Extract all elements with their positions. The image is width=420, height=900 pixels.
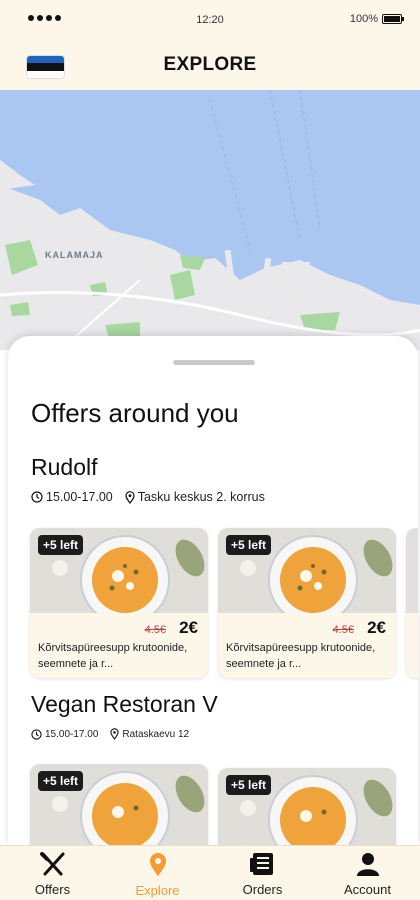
location-pin-icon [125,490,135,504]
user-icon [356,852,380,882]
offer-description: Kõrvitsapüreesupp krutoonide, seemnete j… [226,642,376,670]
items-left-badge: +5 left [38,771,84,791]
map[interactable]: KALAMAJA [0,90,420,350]
clock-icon [31,491,43,503]
status-bar: 12:20 100% [0,0,420,40]
location-pin-icon [148,852,168,883]
battery-icon [382,14,404,24]
old-price: 4.5€ [332,624,354,636]
restaurant-hours: 15.00-17.00 [45,728,99,740]
tab-explore[interactable]: Explore [105,846,210,900]
clock-icon [31,728,42,740]
sheet-title: Offers around you [31,398,239,428]
items-left-badge: +5 left [226,775,272,795]
tab-label: Explore [135,883,180,898]
map-graphic [0,90,420,350]
tab-label: Orders [242,882,283,897]
items-left-badge: +5 left [226,535,272,555]
receipt-icon [248,852,278,882]
restaurant-location: Tasku keskus 2. korrus [137,490,265,504]
tab-account[interactable]: Account [315,846,420,900]
location-pin-icon [110,728,120,740]
tab-label: Offers [34,882,71,897]
offers-sheet[interactable]: Offers around you Rudolf 15.00-17.00 Tas… [8,336,418,846]
offer-card-partial[interactable] [406,528,418,678]
items-left-badge: +5 left [38,535,84,555]
offer-card[interactable]: +5 left 4.5€ 2€ Kõrvitsapüreesupp krutoo… [218,528,396,678]
tab-offers[interactable]: Offers [0,846,105,900]
tab-label: Account [344,882,391,897]
restaurant-meta: 15.00-17.00 Rataskaevu 12 [31,728,189,740]
bottom-tab-bar: Offers Explore Orders Account [0,845,420,900]
battery-percent: 100% [349,13,378,25]
page-title: EXPLORE [163,54,257,75]
restaurant-meta: 15.00-17.00 Tasku keskus 2. korrus [31,490,265,504]
restaurant-location: Rataskaevu 12 [122,728,190,740]
offer-price: 2€ [367,618,386,637]
header: EXPLORE [0,40,420,90]
fork-knife-icon [39,852,66,882]
offer-card[interactable]: +5 left [218,768,396,846]
offer-description: Kõrvitsapüreesupp krutoonide, seemnete j… [38,642,188,670]
restaurant-name[interactable]: Vegan Restoran V [31,691,218,718]
restaurant-hours: 15.00-17.00 [46,490,113,504]
map-district-label: KALAMAJA [45,250,104,260]
offer-card[interactable]: +5 left 4.5€ 2€ Kõrvitsapüreesupp krutoo… [30,528,208,678]
restaurant-name[interactable]: Rudolf [31,454,97,481]
sheet-drag-handle[interactable] [173,360,255,365]
old-price: 4.5€ [144,624,166,636]
offer-price: 2€ [179,618,198,637]
tab-orders[interactable]: Orders [210,846,315,900]
offer-card[interactable]: +5 left [30,764,208,846]
